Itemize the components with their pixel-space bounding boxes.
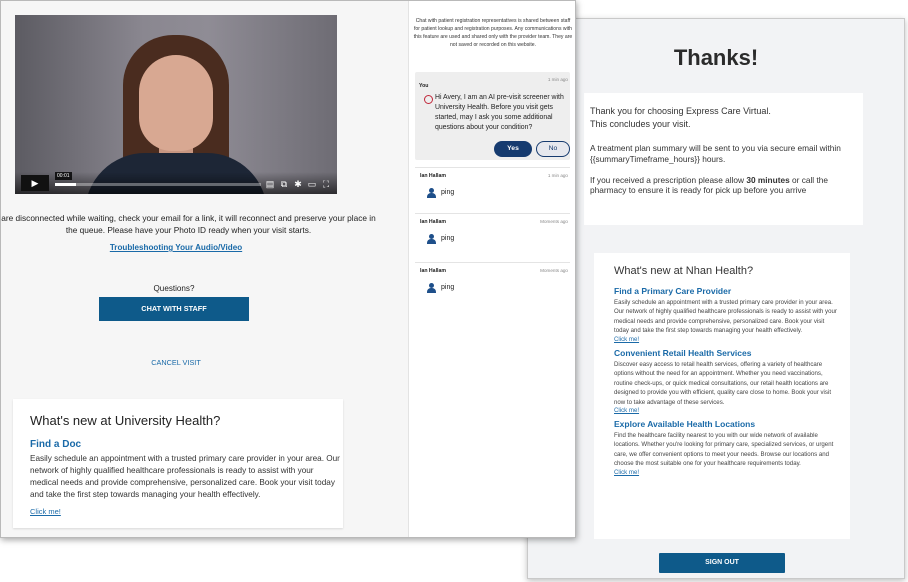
- video-person-face: [139, 55, 213, 151]
- person-icon: [427, 188, 436, 198]
- click-me-link[interactable]: Click me!: [614, 469, 840, 476]
- thanks-title: Thanks!: [673, 45, 759, 70]
- chat-with-staff-button[interactable]: CHAT WITH STAFF: [99, 297, 249, 321]
- ai-message-text: Hi Avery, I am an AI pre-visit screener …: [435, 94, 564, 132]
- thanks-lead: Thank you for choosing Express Care Virt…: [590, 106, 771, 130]
- visit-window: ▶ 00:01 ▤ ⧉ ✱ ▭ ⛶ are disconnected while…: [0, 0, 576, 538]
- person-icon: [427, 283, 436, 293]
- yes-button[interactable]: Yes: [494, 141, 532, 157]
- message-sender: Ian Hallam: [420, 268, 446, 274]
- video-progress-fill: [55, 183, 76, 186]
- message-timestamp: 1 min ago: [547, 77, 568, 82]
- click-me-link[interactable]: Click me!: [30, 507, 61, 516]
- video-player[interactable]: ▶ 00:01 ▤ ⧉ ✱ ▭ ⛶: [15, 15, 337, 194]
- whats-new-heading: What's new at University Health?: [30, 413, 221, 428]
- thanks-window: Thanks! Thank you for choosing Express C…: [527, 18, 905, 579]
- item-body: Discover easy access to retail health se…: [614, 360, 832, 406]
- chat-message: Ian Hallam 1 min ago ping: [415, 167, 570, 207]
- picture-in-picture-icon[interactable]: ⧉: [279, 179, 289, 190]
- message-timestamp: Moments ago: [540, 219, 568, 224]
- message-sender: You: [419, 83, 429, 89]
- item-body: Find the healthcare facility nearest to …: [614, 431, 834, 468]
- prescription-text: If you received a prescription please al…: [590, 174, 828, 196]
- visit-summary-card: Thank you for choosing Express Care Virt…: [584, 93, 863, 225]
- video-icon-group: ▤ ⧉ ✱ ▭ ⛶: [265, 179, 331, 190]
- item-title: Convenient Retail Health Services: [614, 347, 752, 358]
- item-body: Easily schedule an appointment with a tr…: [614, 299, 837, 335]
- troubleshooting-link[interactable]: Troubleshooting Your Audio/Video: [1, 243, 351, 252]
- play-icon[interactable]: ▶: [21, 175, 49, 191]
- message-timestamp: 1 min ago: [547, 173, 568, 178]
- reconnect-notice: are disconnected while waiting, check yo…: [1, 213, 376, 235]
- cancel-visit-link[interactable]: CANCEL VISIT: [99, 358, 253, 367]
- message-timestamp: Moments ago: [540, 268, 568, 273]
- item-title: Explore Available Health Locations: [614, 418, 756, 429]
- message-text: ping: [441, 284, 455, 291]
- message-sender: Ian Hallam: [420, 219, 446, 225]
- questions-label: Questions?: [153, 284, 195, 293]
- item-title: Find a Primary Care Provider: [614, 286, 732, 296]
- sign-out-button[interactable]: SIGN OUT: [659, 553, 785, 573]
- item-body: Easily schedule an appointment with a tr…: [30, 454, 340, 499]
- whats-new-university-card: What's new at University Health? Find a …: [13, 399, 343, 528]
- no-button[interactable]: No: [536, 141, 570, 157]
- message-text: ping: [441, 235, 455, 242]
- video-timestamp: 00:01: [55, 172, 72, 180]
- whats-new-nhan-card: What's new at Nhan Health? Find a Primar…: [594, 253, 850, 539]
- message-text: ping: [441, 189, 455, 196]
- settings-icon[interactable]: ✱: [293, 179, 303, 190]
- chat-message: Ian Hallam Moments ago ping: [415, 262, 570, 302]
- captions-icon[interactable]: ▤: [265, 179, 275, 190]
- ai-bot-icon: [424, 95, 433, 104]
- video-progress-bar[interactable]: [55, 183, 261, 186]
- summary-text: A treatment plan summary will be sent to…: [590, 143, 841, 164]
- cast-icon[interactable]: ▭: [307, 179, 317, 190]
- ai-screener-message: 1 min ago You Hi Avery, I am an AI pre-v…: [415, 72, 570, 160]
- whats-new-heading: What's new at Nhan Health?: [614, 265, 754, 277]
- chat-panel: Chat with patient registration represent…: [408, 1, 575, 537]
- click-me-link[interactable]: Click me!: [614, 336, 840, 343]
- fullscreen-icon[interactable]: ⛶: [321, 179, 331, 190]
- person-icon: [427, 234, 436, 244]
- chat-message: Ian Hallam Moments ago ping: [415, 213, 570, 253]
- click-me-link[interactable]: Click me!: [614, 407, 840, 414]
- video-controls: ▶ 00:01 ▤ ⧉ ✱ ▭ ⛶: [15, 172, 337, 194]
- chat-intro-text: Chat with patient registration represent…: [413, 18, 573, 49]
- item-title: Find a Doc: [30, 439, 82, 450]
- message-sender: Ian Hallam: [420, 173, 446, 179]
